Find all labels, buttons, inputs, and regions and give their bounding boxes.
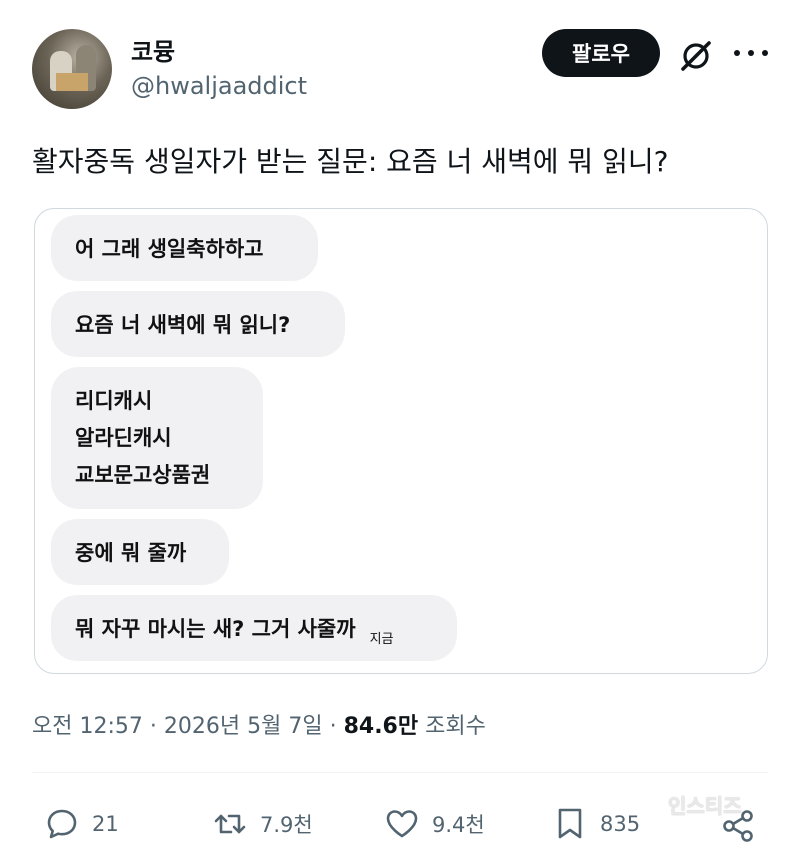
avatar[interactable] <box>32 29 112 109</box>
chat-message-line: 리디캐시 <box>75 388 153 413</box>
chat-message: 뭐 자꾸 마시는 새? 그거 사줄까 <box>75 617 356 641</box>
chat-message-line: 교보문고상품권 <box>75 462 211 487</box>
post-date[interactable]: 2026년 5월 7일 <box>164 714 323 739</box>
like-count: 9.4천 <box>432 813 485 837</box>
tweet-media-image[interactable]: 어 그래 생일축하하고 요즘 너 새벽에 뭐 읽니? 리디캐시 알라딘캐시 교보… <box>34 208 768 674</box>
chat-bubble: 어 그래 생일축하하고 <box>51 215 318 281</box>
more-dot <box>748 50 754 56</box>
chat-bubble: 리디캐시 알라딘캐시 교보문고상품권 <box>51 367 263 509</box>
watermark: 인스티즈 <box>668 794 742 818</box>
chat-timestamp: 지금 <box>369 631 394 647</box>
repost-icon <box>214 814 246 834</box>
reply-button[interactable]: 21 <box>44 806 119 842</box>
user-handle[interactable]: @hwaljaaddict <box>131 72 307 100</box>
display-name[interactable]: 코뮹 <box>131 32 175 67</box>
like-button[interactable]: 9.4천 <box>384 806 485 842</box>
bookmark-icon <box>558 808 582 839</box>
tweet-text: 활자중독 생일자가 받는 질문: 요즘 너 새벽에 뭐 읽니? <box>32 145 669 178</box>
more-dot <box>762 50 768 56</box>
follow-button[interactable]: 팔로우 <box>542 29 660 77</box>
repost-button[interactable]: 7.9천 <box>212 806 313 842</box>
repost-count: 7.9천 <box>260 813 313 837</box>
more-dot <box>734 50 740 56</box>
meta-separator: · <box>329 714 337 739</box>
reply-count: 21 <box>92 812 119 836</box>
chat-bubble: 요즘 너 새벽에 뭐 읽니? <box>51 291 345 357</box>
chat-message: 요즘 너 새벽에 뭐 읽니? <box>75 313 291 337</box>
chat-bubble: 뭐 자꾸 마시는 새? 그거 사줄까 지금 <box>51 595 457 661</box>
more-options-icon[interactable] <box>734 36 768 70</box>
bookmark-count: 835 <box>600 812 641 836</box>
grok-icon[interactable] <box>676 36 716 76</box>
divider <box>32 772 768 773</box>
chat-bubble: 중에 뭐 줄까 <box>51 519 229 585</box>
chat-message: 중에 뭐 줄까 <box>75 541 187 565</box>
reply-icon <box>47 809 77 839</box>
tweet-meta: 오전 12:57 · 2026년 5월 7일 · 84.6만 조회수 <box>32 708 486 740</box>
avatar-book <box>56 73 88 91</box>
chat-message: 어 그래 생일축하하고 <box>75 237 264 261</box>
chat-message-line: 알라딘캐시 <box>75 425 172 450</box>
meta-separator: · <box>149 714 157 739</box>
view-count: 84.6만 <box>343 714 419 739</box>
heart-icon <box>386 810 418 838</box>
bookmark-button[interactable]: 835 <box>552 806 640 842</box>
post-time[interactable]: 오전 12:57 <box>32 714 143 739</box>
view-label: 조회수 <box>425 714 486 739</box>
